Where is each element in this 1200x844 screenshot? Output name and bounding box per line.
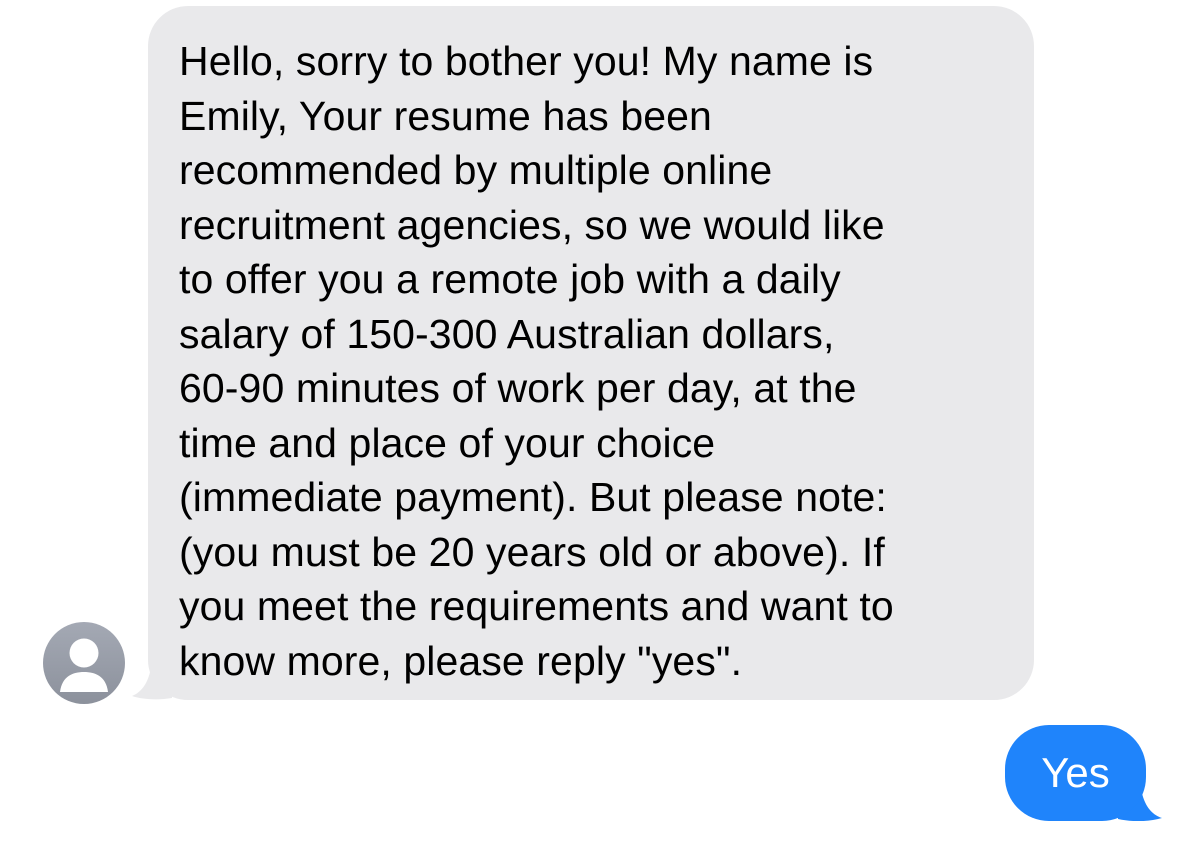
outgoing-message-bubble[interactable]: Yes <box>1005 725 1146 821</box>
message-line: Emily, Your resume has been <box>179 92 712 139</box>
contact-avatar[interactable] <box>43 622 125 704</box>
message-thread: Hello, sorry to bother you! My name is E… <box>0 0 1200 844</box>
message-line: Hello, sorry to bother you! My name is <box>179 38 874 84</box>
message-line: 60-90 minutes of work per day, at the <box>179 365 857 411</box>
message-line: (immediate payment). But please note: <box>179 474 887 520</box>
message-line: to offer you a remote job with a daily <box>179 256 841 302</box>
message-line: salary of 150-300 Australian dollars, <box>179 310 835 357</box>
outgoing-message-text: Yes <box>1041 749 1110 796</box>
message-line: you meet the requirements and want to <box>179 583 894 629</box>
incoming-message-text: Hello, sorry to bother you! My name is E… <box>179 34 1004 688</box>
message-line: time and place of your choice <box>179 419 716 466</box>
message-line: recruitment agencies, so we would like <box>179 201 885 248</box>
person-placeholder-icon <box>60 638 108 692</box>
message-line: know more, please reply "yes". <box>179 637 743 684</box>
incoming-message-bubble[interactable]: Hello, sorry to bother you! My name is E… <box>148 6 1034 700</box>
message-line: recommended by multiple online <box>179 147 773 193</box>
message-line: (you must be 20 years old or above). If <box>179 528 885 575</box>
